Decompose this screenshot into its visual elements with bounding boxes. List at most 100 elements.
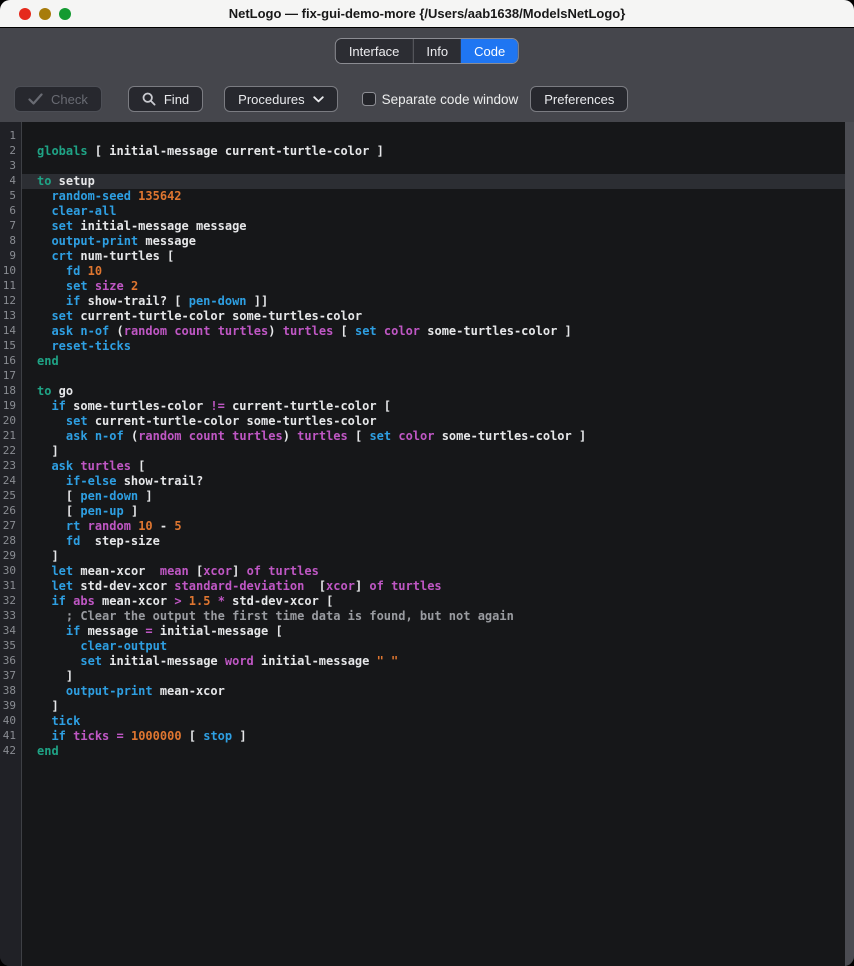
code-lines[interactable]: globals [ initial-message current-turtle…: [22, 122, 845, 966]
code-line[interactable]: crt num-turtles [: [22, 249, 845, 264]
code-token: std-dev-xcor: [73, 579, 174, 593]
code-token: =: [145, 624, 152, 638]
line-number: 29: [0, 549, 21, 564]
close-window-button[interactable]: [19, 8, 31, 20]
code-line[interactable]: [22, 369, 845, 384]
code-line[interactable]: if message = initial-message [: [22, 624, 845, 639]
code-token: fd: [66, 264, 80, 278]
tab-interface[interactable]: Interface: [336, 39, 413, 63]
code-token: [88, 429, 95, 443]
code-line[interactable]: ]: [22, 444, 845, 459]
line-number: 25: [0, 489, 21, 504]
code-line[interactable]: clear-all: [22, 204, 845, 219]
code-token: ): [268, 324, 282, 338]
code-line[interactable]: rt random 10 - 5: [22, 519, 845, 534]
code-line[interactable]: let mean-xcor mean [xcor] of turtles: [22, 564, 845, 579]
code-line[interactable]: end: [22, 744, 845, 759]
code-line[interactable]: clear-output: [22, 639, 845, 654]
code-line[interactable]: set current-turtle-color some-turtles-co…: [22, 309, 845, 324]
code-token: ]: [37, 699, 59, 713]
code-token: [37, 639, 80, 653]
code-editor[interactable]: 1234567891011121314151617181920212223242…: [0, 122, 854, 966]
code-line[interactable]: set size 2: [22, 279, 845, 294]
code-line[interactable]: to go: [22, 384, 845, 399]
code-token: [80, 264, 87, 278]
code-line[interactable]: if-else show-trail?: [22, 474, 845, 489]
code-line[interactable]: if ticks = 1000000 [ stop ]: [22, 729, 845, 744]
code-line[interactable]: ask turtles [: [22, 459, 845, 474]
code-token: [37, 429, 66, 443]
line-number: 5: [0, 189, 21, 204]
code-line[interactable]: if show-trail? [ pen-down ]]: [22, 294, 845, 309]
code-token: " ": [377, 654, 399, 668]
code-line[interactable]: set initial-message message: [22, 219, 845, 234]
code-token: word: [225, 654, 254, 668]
code-line[interactable]: output-print mean-xcor: [22, 684, 845, 699]
tab-code[interactable]: Code: [461, 39, 518, 63]
code-token: current-turtle-color some-turtles-color: [88, 414, 377, 428]
zoom-window-button[interactable]: [59, 8, 71, 20]
check-button[interactable]: Check: [14, 86, 102, 112]
code-line[interactable]: end: [22, 354, 845, 369]
vertical-scrollbar[interactable]: [845, 122, 854, 966]
code-line[interactable]: if abs mean-xcor > 1.5 * std-dev-xcor [: [22, 594, 845, 609]
code-token: >: [174, 594, 181, 608]
code-token: initial-message: [254, 654, 377, 668]
line-number: 33: [0, 609, 21, 624]
code-token: ]: [232, 729, 246, 743]
code-line[interactable]: [ pen-up ]: [22, 504, 845, 519]
chrome-area: Interface Info Code Check Find Procedure…: [0, 28, 854, 123]
line-number: 42: [0, 744, 21, 759]
code-token: color: [398, 429, 434, 443]
code-token: [210, 594, 217, 608]
code-token: [377, 324, 384, 338]
code-token: 10: [88, 264, 102, 278]
code-line[interactable]: set current-turtle-color some-turtles-co…: [22, 414, 845, 429]
code-token: std-dev-xcor [: [225, 594, 333, 608]
code-token: n-of: [80, 324, 109, 338]
code-line[interactable]: if some-turtles-color != current-turtle-…: [22, 399, 845, 414]
code-line[interactable]: ; Clear the output the first time data i…: [22, 609, 845, 624]
line-number: 37: [0, 669, 21, 684]
code-token: ask: [66, 429, 88, 443]
code-token: n-of: [95, 429, 124, 443]
code-line[interactable]: globals [ initial-message current-turtle…: [22, 144, 845, 159]
code-token: turtles: [391, 579, 442, 593]
procedures-dropdown[interactable]: Procedures: [224, 86, 337, 112]
code-line[interactable]: [22, 159, 845, 174]
line-number-gutter: 1234567891011121314151617181920212223242…: [0, 122, 22, 966]
code-line[interactable]: ]: [22, 669, 845, 684]
code-token: pen-down: [80, 489, 138, 503]
code-token: end: [37, 354, 59, 368]
traffic-lights: [19, 0, 71, 27]
code-line[interactable]: ask n-of (random count turtles) turtles …: [22, 429, 845, 444]
code-line[interactable]: fd step-size: [22, 534, 845, 549]
code-line[interactable]: [ pen-down ]: [22, 489, 845, 504]
code-line[interactable]: ]: [22, 549, 845, 564]
find-button[interactable]: Find: [128, 86, 203, 112]
code-line[interactable]: reset-ticks: [22, 339, 845, 354]
code-token: clear-output: [80, 639, 167, 653]
code-line[interactable]: ]: [22, 699, 845, 714]
code-line[interactable]: [22, 129, 845, 144]
preferences-button[interactable]: Preferences: [530, 86, 628, 112]
tab-info[interactable]: Info: [412, 39, 461, 63]
code-token: [37, 189, 51, 203]
code-line[interactable]: fd 10: [22, 264, 845, 279]
code-token: ]: [138, 489, 152, 503]
code-token: current-turtle-color [: [225, 399, 391, 413]
line-number: 22: [0, 444, 21, 459]
code-line[interactable]: set initial-message word initial-message…: [22, 654, 845, 669]
code-line[interactable]: to setup: [22, 174, 845, 189]
separate-code-window-checkbox[interactable]: [362, 92, 376, 106]
code-toolbar: Check Find Procedures Separate code wind…: [14, 86, 840, 112]
code-line[interactable]: tick: [22, 714, 845, 729]
code-line[interactable]: random-seed 135642: [22, 189, 845, 204]
code-token: [37, 309, 51, 323]
minimize-window-button[interactable]: [39, 8, 51, 20]
code-token: ]: [37, 549, 59, 563]
line-number: 3: [0, 159, 21, 174]
code-line[interactable]: output-print message: [22, 234, 845, 249]
code-line[interactable]: let std-dev-xcor standard-deviation [xco…: [22, 579, 845, 594]
code-line[interactable]: ask n-of (random count turtles) turtles …: [22, 324, 845, 339]
